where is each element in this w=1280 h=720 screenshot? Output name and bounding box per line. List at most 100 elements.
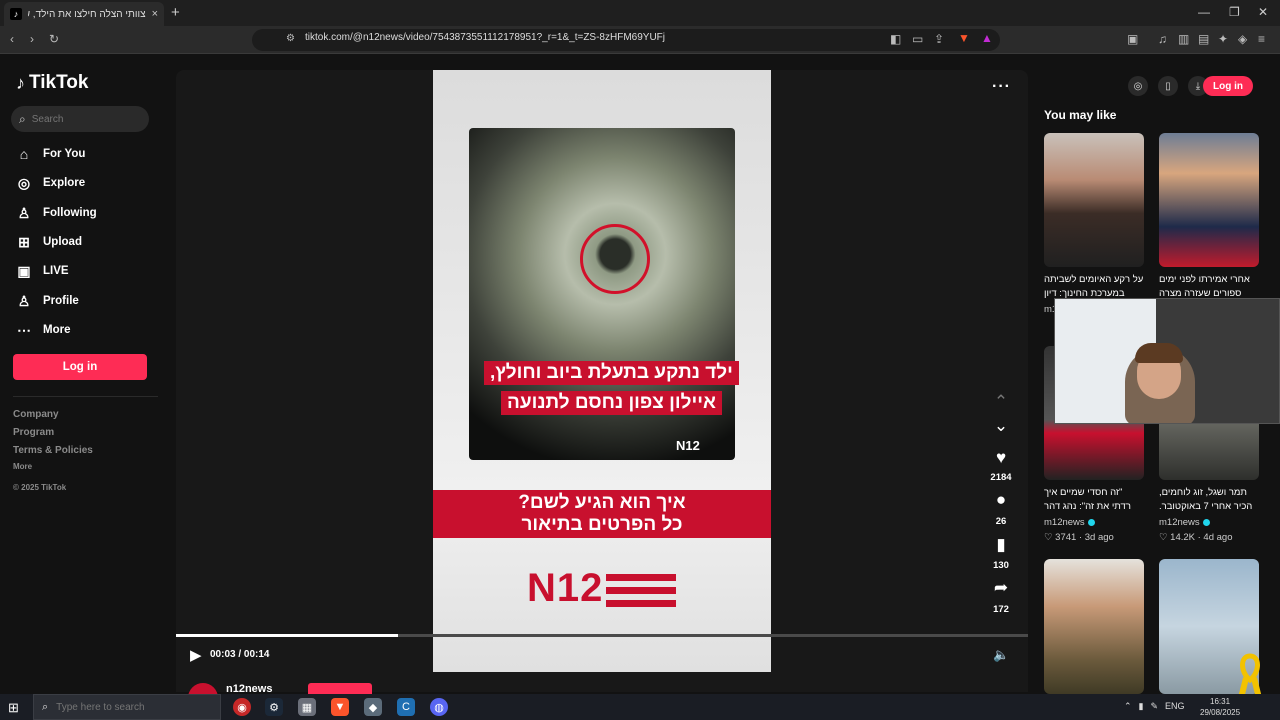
pen-icon[interactable]: ✎	[1151, 701, 1159, 712]
brave-shield-icon[interactable]: ▼	[958, 31, 970, 45]
microphone-icon[interactable]: ▮	[1139, 701, 1144, 712]
nav-explore[interactable]: ◎ Explore	[15, 172, 155, 194]
minimize-button[interactable]: —	[1198, 5, 1210, 19]
tiktok-logo[interactable]: ♪ TikTok	[16, 72, 88, 94]
bookmark-icon: ▮	[996, 535, 1006, 554]
search-box[interactable]: ⌕	[11, 106, 149, 132]
chevron-up-icon[interactable]: ⌃	[1124, 701, 1132, 712]
footer-more-link[interactable]: More	[13, 462, 32, 471]
back-icon[interactable]: ‹	[10, 32, 14, 46]
nav-upload[interactable]: ⊞ Upload	[15, 231, 155, 253]
footer-company-link[interactable]: Company	[13, 409, 59, 420]
search-input[interactable]	[31, 113, 132, 125]
app-icon[interactable]: ▦	[298, 698, 316, 716]
volume-icon[interactable]: 🔈	[993, 647, 1009, 663]
author-name[interactable]: n12news	[226, 683, 272, 694]
leo-icon[interactable]: ✦	[1218, 32, 1228, 46]
app-icon[interactable]: C	[397, 698, 415, 716]
recommended-card[interactable]: אחרי אמירתו לפני ימים ספורים שעזרה מצרה	[1159, 133, 1259, 301]
save-button[interactable]: ▮	[988, 535, 1014, 555]
card-author: m12news	[1159, 517, 1259, 528]
chevron-down-icon: ⌄	[993, 416, 1009, 435]
coin-icon[interactable]: ◎	[1128, 76, 1148, 96]
nav-following[interactable]: ♙ Following	[15, 202, 155, 224]
previous-video-button[interactable]: ⌃	[988, 392, 1014, 412]
brave-rewards-icon[interactable]: ▲	[981, 31, 993, 45]
app-icon[interactable]: ◍	[430, 698, 448, 716]
cast-icon[interactable]: ▭	[912, 32, 923, 46]
menu-icon[interactable]: ≡	[1258, 32, 1265, 46]
device-icon[interactable]: ▯	[1158, 76, 1178, 96]
footer-terms-link[interactable]: Terms & Policies	[13, 445, 93, 456]
like-button[interactable]: ♥	[988, 448, 1014, 468]
wallet-icon[interactable]: ▣	[1127, 32, 1138, 46]
maximize-button[interactable]: ❐	[1229, 5, 1240, 19]
clock-time: 16:31	[1210, 697, 1231, 706]
taskbar-search[interactable]: ⌕	[33, 694, 221, 720]
vpn-icon[interactable]: ◈	[1238, 32, 1247, 46]
sidebar-icon[interactable]: ▥	[1178, 32, 1189, 46]
clock-date: 29/08/2025	[1200, 708, 1241, 717]
browser-tab-bar: ♪ צוותי הצלה חילצו את הילד, שנת × + — ❐ …	[0, 0, 1280, 26]
save-count: 130	[993, 560, 1009, 571]
shield-icon[interactable]: ◆	[364, 698, 382, 716]
footer-program-link[interactable]: Program	[13, 427, 54, 438]
headline-band: איך הוא הגיע לשם? כל הפרטים בתיאור	[433, 490, 771, 538]
wallet-2-icon[interactable]: ▤	[1198, 32, 1209, 46]
nav-label: Explore	[43, 177, 86, 189]
play-icon[interactable]: ▶	[190, 646, 202, 664]
nav-live[interactable]: ▣ LIVE	[15, 260, 155, 282]
video-progress-bar[interactable]	[176, 634, 1028, 637]
tiktok-favicon-icon: ♪	[10, 8, 22, 20]
nav-profile[interactable]: ♙ Profile	[15, 290, 155, 312]
profile-icon: ♙	[17, 292, 31, 309]
nav-label: Upload	[43, 236, 82, 248]
video-thumbnail	[1159, 133, 1259, 267]
tab-close-icon[interactable]: ×	[152, 8, 158, 20]
compass-icon: ◎	[17, 174, 31, 191]
heart-icon: ♡	[1159, 532, 1171, 543]
card-meta-text: 3741 · 3d ago	[1055, 532, 1114, 543]
app-icon[interactable]: ◉	[233, 698, 251, 716]
webcam-hair	[1135, 343, 1183, 363]
search-icon: ⌕	[42, 700, 49, 713]
video-more-options-icon[interactable]: ···	[992, 78, 1011, 96]
share-icon[interactable]: ⇪	[934, 32, 944, 46]
windows-start-icon[interactable]: ⊞	[8, 700, 19, 716]
nav-more[interactable]: ⋯ More	[15, 319, 155, 341]
n12-stripe	[606, 587, 676, 594]
avatar[interactable]	[188, 683, 218, 694]
language-indicator[interactable]: ENG	[1165, 701, 1185, 712]
you-may-like-title: You may like	[1044, 108, 1117, 122]
recommended-card[interactable]: על רקע האיומים לשביתה במערכת החינוך: דיו…	[1044, 133, 1144, 315]
share-button[interactable]: ➦	[988, 578, 1014, 598]
nav-label: More	[43, 324, 71, 336]
new-tab-button[interactable]: +	[171, 4, 180, 21]
sidebar-login-button[interactable]: Log in	[13, 354, 147, 380]
brave-browser-icon[interactable]: ▼	[331, 698, 349, 716]
forward-icon[interactable]: ›	[30, 32, 34, 46]
taskbar-search-input[interactable]	[56, 701, 187, 713]
recommended-card[interactable]	[1044, 559, 1144, 694]
music-icon[interactable]: ♫	[1158, 32, 1167, 46]
comment-button[interactable]: ●	[988, 490, 1014, 510]
following-icon: ♙	[17, 204, 31, 221]
browser-tab[interactable]: ♪ צוותי הצלה חילצו את הילד, שנת ×	[4, 2, 164, 26]
taskbar-clock[interactable]: 16:31 29/08/2025	[1200, 696, 1240, 718]
share-count: 172	[993, 604, 1009, 615]
site-info-icon[interactable]: ⚙	[286, 33, 295, 44]
reader-icon[interactable]: ◧	[890, 32, 901, 46]
url-text[interactable]: tiktok.com/@n12news/video/75438735511121…	[305, 32, 665, 43]
webcam-overlay	[1054, 298, 1280, 424]
reload-icon[interactable]: ↻	[49, 32, 59, 46]
windows-taskbar: ⊞ ⌕ ◉ ⚙ ▦ ▼ ◆ C ◍ ⌃ ▮ ✎ ENG 16:31 29/08/…	[0, 694, 1280, 720]
header-login-button[interactable]: Log in	[1203, 76, 1253, 96]
nav-label: For You	[43, 148, 86, 160]
follow-button[interactable]	[308, 683, 373, 694]
nav-for-you[interactable]: ⌂ For You	[15, 143, 155, 165]
close-window-button[interactable]: ✕	[1258, 5, 1268, 19]
next-video-button[interactable]: ⌄	[988, 416, 1014, 436]
n12-stripe	[606, 574, 676, 581]
steam-icon[interactable]: ⚙	[265, 698, 283, 716]
heart-icon: ♡	[1044, 532, 1056, 543]
